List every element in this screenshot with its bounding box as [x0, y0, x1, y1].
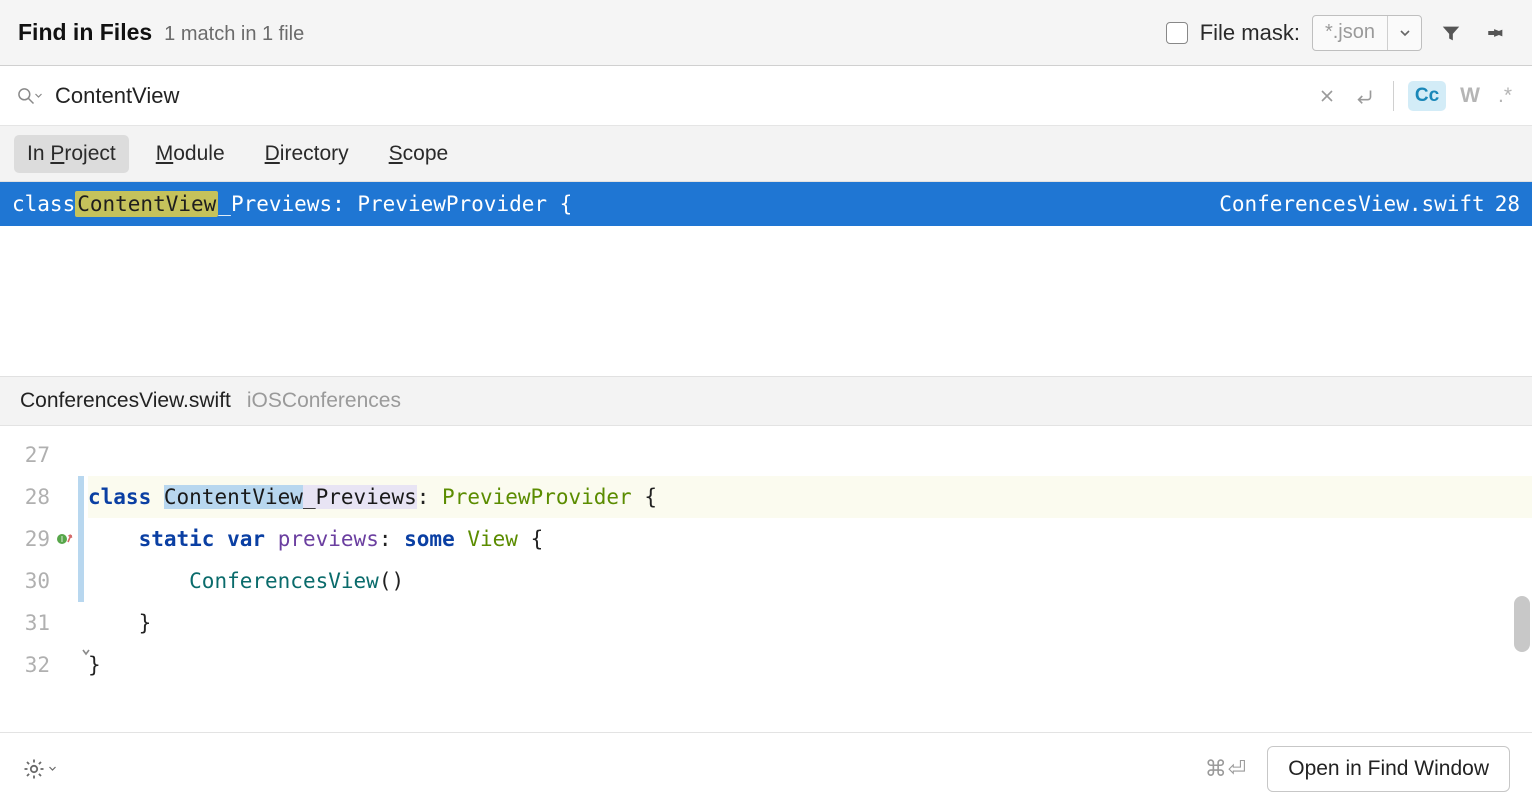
result-suffix: _Previews: PreviewProvider { — [218, 192, 572, 216]
gutter-line: 30 — [0, 560, 78, 602]
search-input[interactable] — [55, 83, 1301, 109]
match-count: 1 match in 1 file — [164, 23, 304, 46]
fold-chevron-icon[interactable] — [80, 646, 92, 662]
scope-directory[interactable]: Directory — [252, 135, 362, 173]
preview-header: ConferencesView.swift iOSConferences — [0, 376, 1532, 426]
dialog-title: Find in Files — [18, 19, 152, 46]
result-line: 28 — [1495, 192, 1520, 216]
gutter-line: 32 — [0, 644, 78, 686]
gutter-line: 27 — [0, 434, 78, 476]
shortcut-hint: ⌘⏎ — [1205, 756, 1247, 782]
gutter-line: 28 — [0, 476, 78, 518]
search-bar: Cc W .* — [0, 66, 1532, 126]
match-case-toggle[interactable]: Cc — [1408, 81, 1446, 111]
preview-module: iOSConferences — [247, 389, 401, 413]
scope-in-project[interactable]: In Project — [14, 135, 129, 173]
newline-icon[interactable] — [1351, 86, 1379, 106]
code-line: static var previews: some View { — [88, 518, 1532, 560]
results-area — [0, 226, 1532, 376]
file-mask-checkbox[interactable] — [1166, 22, 1188, 44]
result-prefix: class — [12, 192, 75, 216]
result-file: ConferencesView.swift — [1219, 192, 1485, 216]
file-mask-value: *.json — [1313, 21, 1387, 44]
pin-icon[interactable] — [1480, 16, 1514, 50]
preview-file: ConferencesView.swift — [20, 389, 231, 413]
code-preview[interactable]: 27 28 29 I 30 31 32 class ContentView_Pr… — [0, 426, 1532, 732]
scope-module[interactable]: Module — [143, 135, 238, 173]
scrollbar[interactable] — [1514, 596, 1530, 652]
code-area[interactable]: class ContentView_Previews: PreviewProvi… — [84, 426, 1532, 732]
divider — [1393, 81, 1394, 111]
gear-icon[interactable] — [22, 757, 57, 781]
titlebar: Find in Files 1 match in 1 file File mas… — [0, 0, 1532, 66]
scope-tabs: In Project Module Directory Scope — [0, 126, 1532, 182]
file-mask-label: File mask: — [1200, 20, 1300, 46]
search-icon[interactable] — [16, 86, 43, 106]
implementation-gutter-icon[interactable]: I — [56, 527, 74, 551]
code-line: ConferencesView() — [88, 560, 1532, 602]
scope-scope[interactable]: Scope — [376, 135, 462, 173]
chevron-down-icon[interactable] — [1387, 16, 1421, 50]
result-highlight: ContentView — [75, 191, 218, 217]
footer: ⌘⏎ Open in Find Window — [0, 732, 1532, 804]
open-in-find-window-button[interactable]: Open in Find Window — [1267, 746, 1510, 792]
code-line: class ContentView_Previews: PreviewProvi… — [88, 476, 1532, 518]
result-row[interactable]: class ContentView_Previews: PreviewProvi… — [0, 182, 1532, 226]
code-line: } — [88, 602, 1532, 644]
gutter-line: 31 — [0, 602, 78, 644]
code-line — [88, 434, 1532, 476]
gutter-line: 29 I — [0, 518, 78, 560]
code-line: } — [88, 644, 1532, 686]
filter-icon[interactable] — [1434, 16, 1468, 50]
line-gutter: 27 28 29 I 30 31 32 — [0, 426, 78, 732]
whole-words-toggle[interactable]: W — [1456, 84, 1484, 108]
regex-toggle[interactable]: .* — [1494, 84, 1516, 108]
clear-icon[interactable] — [1313, 88, 1341, 104]
file-mask-dropdown[interactable]: *.json — [1312, 15, 1422, 51]
svg-text:I: I — [61, 535, 63, 544]
